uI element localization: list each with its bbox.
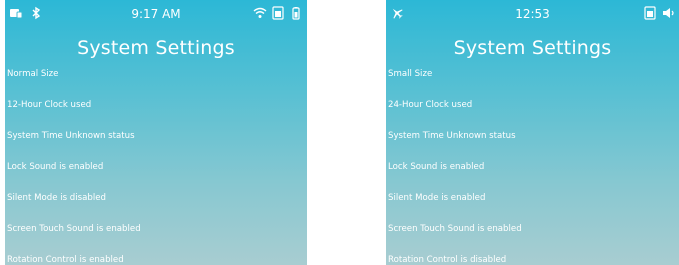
setting-rotation[interactable]: Rotation Control is disabled bbox=[388, 250, 506, 265]
setting-clock-format[interactable]: 24-Hour Clock used bbox=[388, 95, 472, 115]
wifi-icon bbox=[253, 7, 267, 18]
phone-screen-left: 9:17 AM System Settings Normal Size 12-H… bbox=[5, 0, 307, 265]
signal-box-icon bbox=[272, 6, 284, 20]
status-time: 12:53 bbox=[515, 7, 550, 21]
setting-system-time[interactable]: System Time Unknown status bbox=[388, 126, 516, 146]
page-title: System Settings bbox=[453, 37, 612, 59]
status-icons-right bbox=[643, 5, 675, 21]
setting-display-size[interactable]: Normal Size bbox=[7, 64, 58, 84]
page-title: System Settings bbox=[77, 37, 235, 59]
setting-display-size[interactable]: Small Size bbox=[388, 64, 432, 84]
status-icons-right bbox=[253, 5, 303, 21]
volume-icon bbox=[663, 8, 674, 18]
setting-silent-mode[interactable]: Silent Mode is enabled bbox=[388, 188, 485, 208]
battery-icon bbox=[644, 6, 656, 20]
setting-silent-mode[interactable]: Silent Mode is disabled bbox=[7, 188, 106, 208]
setting-lock-sound[interactable]: Lock Sound is enabled bbox=[7, 157, 103, 177]
setting-clock-format[interactable]: 12-Hour Clock used bbox=[7, 95, 91, 115]
phone-screen-right: 12:53 System Settings Small Size 24-Hour… bbox=[386, 0, 679, 265]
battery-icon bbox=[292, 7, 300, 20]
setting-lock-sound[interactable]: Lock Sound is enabled bbox=[388, 157, 484, 177]
setting-touch-sound[interactable]: Screen Touch Sound is enabled bbox=[7, 219, 141, 239]
status-bar: 12:53 bbox=[386, 0, 679, 28]
status-bar: 9:17 AM bbox=[5, 0, 307, 28]
setting-rotation[interactable]: Rotation Control is enabled bbox=[7, 250, 124, 265]
setting-touch-sound[interactable]: Screen Touch Sound is enabled bbox=[388, 219, 522, 239]
setting-system-time[interactable]: System Time Unknown status bbox=[7, 126, 135, 146]
